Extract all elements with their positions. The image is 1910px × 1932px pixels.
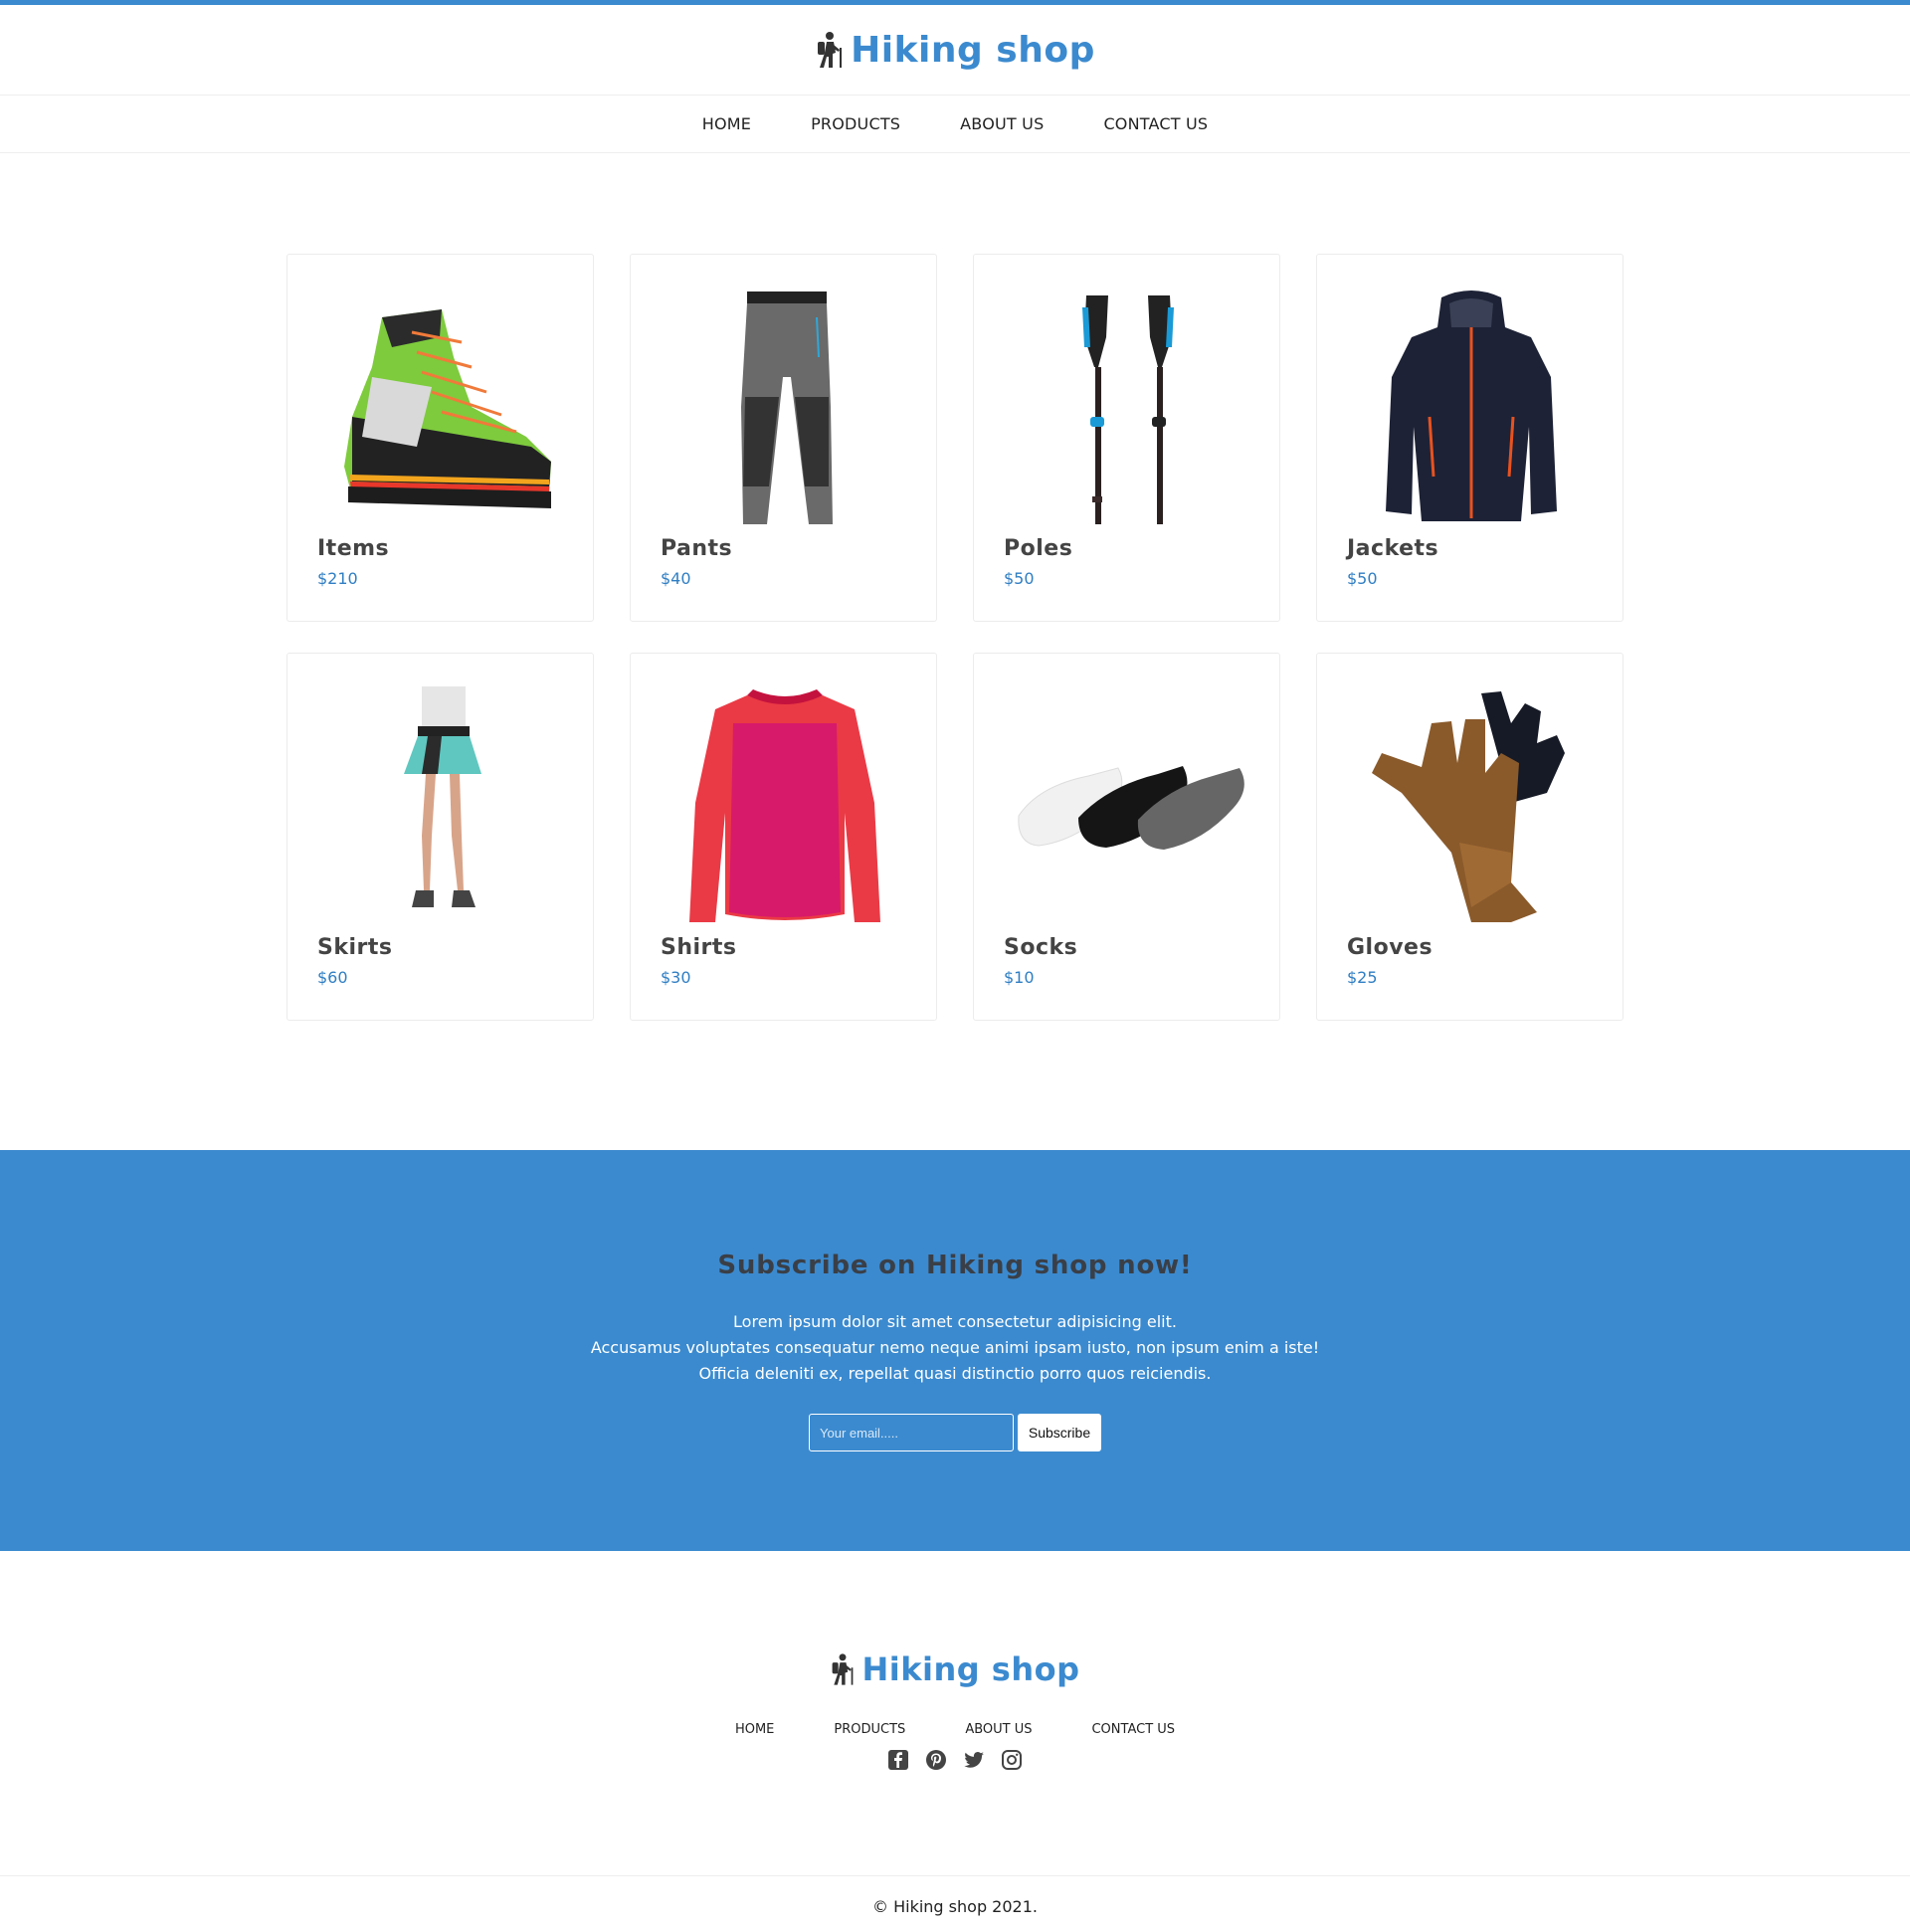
- brand-name: Hiking shop: [851, 29, 1095, 71]
- main-nav: HOME PRODUCTS ABOUT US CONTACT US: [0, 96, 1910, 153]
- subscribe-line: Officia deleniti ex, repellat quasi dist…: [698, 1364, 1212, 1383]
- subscribe-section: Subscribe on Hiking shop now! Lorem ipsu…: [0, 1150, 1910, 1551]
- footer-logo-wrap: Hiking shop: [0, 1650, 1910, 1688]
- nav-about-us[interactable]: ABOUT US: [960, 114, 1044, 133]
- product-card[interactable]: Shirts $30: [630, 653, 937, 1021]
- footer-logo[interactable]: Hiking shop: [830, 1650, 1079, 1688]
- subscribe-title: Subscribe on Hiking shop now!: [717, 1251, 1193, 1280]
- product-price: $30: [661, 968, 691, 987]
- product-name: Pants: [661, 536, 733, 561]
- product-name: Jackets: [1347, 536, 1439, 561]
- skirt-image[interactable]: [317, 683, 565, 927]
- social-links: [0, 1748, 1910, 1772]
- footer-nav-products[interactable]: PRODUCTS: [834, 1722, 905, 1737]
- product-card[interactable]: Poles $50: [973, 254, 1280, 622]
- product-name: Poles: [1004, 536, 1073, 561]
- hiker-icon: [815, 31, 845, 69]
- footer-brand-name: Hiking shop: [861, 1650, 1080, 1688]
- product-price: $25: [1347, 968, 1378, 987]
- instagram-icon[interactable]: [1000, 1748, 1024, 1772]
- footer-nav-about-us[interactable]: ABOUT US: [965, 1722, 1032, 1737]
- product-card[interactable]: Pants $40: [630, 254, 937, 622]
- twitter-icon[interactable]: [962, 1748, 986, 1772]
- footer-divider: [0, 1875, 1910, 1876]
- copyright-text: © Hiking shop 2021.: [872, 1897, 1038, 1916]
- socks-image[interactable]: [1004, 683, 1251, 927]
- product-price: $50: [1004, 569, 1035, 588]
- footer-nav-contact-us[interactable]: CONTACT US: [1091, 1722, 1175, 1737]
- product-price: $60: [317, 968, 348, 987]
- pinterest-icon[interactable]: [924, 1748, 948, 1772]
- site-header: Hiking shop: [0, 5, 1910, 96]
- product-price: $10: [1004, 968, 1035, 987]
- product-name: Socks: [1004, 935, 1078, 960]
- site-footer: Hiking shop HOME PRODUCTS ABOUT US CONTA…: [0, 1551, 1910, 1932]
- subscribe-form: Subscribe: [809, 1414, 1101, 1451]
- subscribe-button[interactable]: Subscribe: [1018, 1414, 1101, 1451]
- hiker-icon: [830, 1652, 856, 1686]
- trekking-poles-image[interactable]: [1004, 285, 1251, 528]
- product-name: Gloves: [1347, 935, 1433, 960]
- footer-nav: HOME PRODUCTS ABOUT US CONTACT US: [0, 1722, 1910, 1737]
- nav-products[interactable]: PRODUCTS: [811, 114, 900, 133]
- subscribe-line: Accusamus voluptates consequatur nemo ne…: [590, 1338, 1320, 1357]
- subscribe-line: Lorem ipsum dolor sit amet consectetur a…: [733, 1312, 1177, 1331]
- product-card[interactable]: Items $210: [286, 254, 594, 622]
- product-price: $40: [661, 569, 691, 588]
- footer-nav-home[interactable]: HOME: [735, 1722, 774, 1737]
- product-price: $210: [317, 569, 358, 588]
- product-name: Items: [317, 536, 390, 561]
- product-card[interactable]: Skirts $60: [286, 653, 594, 1021]
- product-name: Shirts: [661, 935, 737, 960]
- product-grid: Items $210 Pants $40 Poles $50 Jackets $…: [286, 254, 1625, 1021]
- pants-image[interactable]: [661, 285, 908, 528]
- email-input[interactable]: [809, 1414, 1014, 1451]
- product-card[interactable]: Gloves $25: [1316, 653, 1624, 1021]
- shirt-image[interactable]: [661, 683, 908, 927]
- subscribe-description: Lorem ipsum dolor sit amet consectetur a…: [0, 1309, 1910, 1387]
- site-logo[interactable]: Hiking shop: [815, 30, 1095, 71]
- product-name: Skirts: [317, 935, 393, 960]
- product-card[interactable]: Jackets $50: [1316, 254, 1624, 622]
- hiking-boot-image[interactable]: [317, 285, 565, 528]
- gloves-image[interactable]: [1347, 683, 1595, 927]
- product-price: $50: [1347, 569, 1378, 588]
- facebook-icon[interactable]: [886, 1748, 910, 1772]
- product-card[interactable]: Socks $10: [973, 653, 1280, 1021]
- jacket-image[interactable]: [1347, 285, 1595, 528]
- nav-contact-us[interactable]: CONTACT US: [1103, 114, 1208, 133]
- nav-home[interactable]: HOME: [702, 114, 751, 133]
